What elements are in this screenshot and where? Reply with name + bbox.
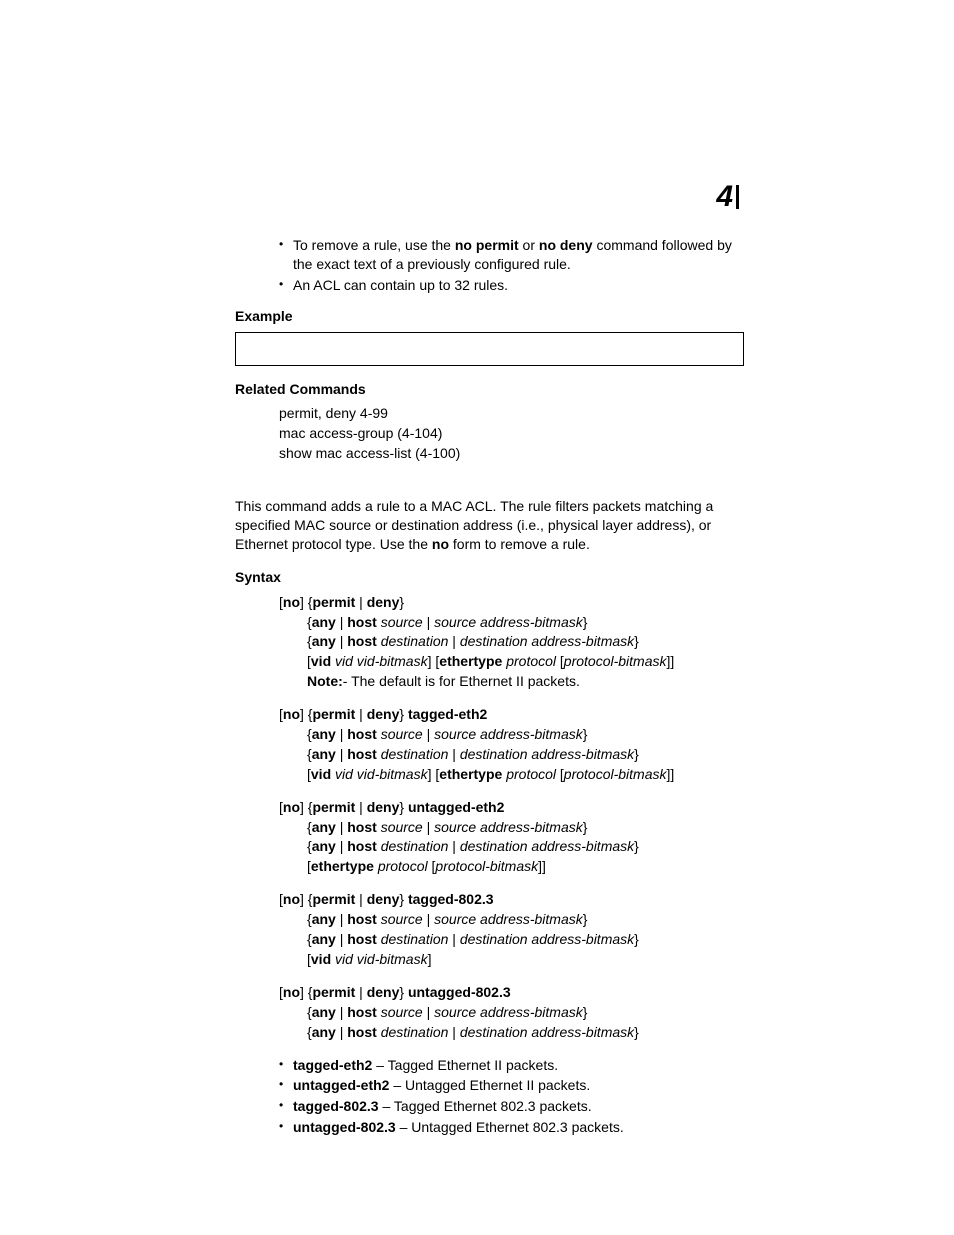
intro-bullet-2: An ACL can contain up to 32 rules. — [279, 276, 744, 295]
related-item: mac access-group (4-104) — [279, 424, 744, 443]
related-item: show mac access-list (4-100) — [279, 444, 744, 463]
related-item: permit, deny 4-99 — [279, 404, 744, 423]
syntax-block-5: [no] {permit | deny} untagged-802.3 {any… — [235, 983, 744, 1042]
def-item: untagged-802.3 – Untagged Ethernet 802.3… — [279, 1118, 744, 1137]
syntax-block-1: [no] {permit | deny} {any | host source … — [235, 593, 744, 691]
intro-bullets: To remove a rule, use the no permit or n… — [235, 236, 744, 295]
intro-bullet-1: To remove a rule, use the no permit or n… — [279, 236, 744, 274]
definition-list: tagged-eth2 – Tagged Ethernet II packets… — [235, 1056, 744, 1138]
related-list: permit, deny 4-99 mac access-group (4-10… — [235, 404, 744, 463]
description-para: This command adds a rule to a MAC ACL. T… — [235, 497, 744, 554]
syntax-block-2: [no] {permit | deny} tagged-eth2 {any | … — [235, 705, 744, 784]
syntax-heading: Syntax — [235, 568, 744, 587]
def-item: untagged-eth2 – Untagged Ethernet II pac… — [279, 1076, 744, 1095]
syntax-block-4: [no] {permit | deny} tagged-802.3 {any |… — [235, 890, 744, 969]
example-box — [235, 332, 744, 366]
def-item: tagged-802.3 – Tagged Ethernet 802.3 pac… — [279, 1097, 744, 1116]
example-heading: Example — [235, 307, 744, 326]
related-heading: Related Commands — [235, 380, 744, 399]
syntax-block-3: [no] {permit | deny} untagged-eth2 {any … — [235, 798, 744, 877]
def-item: tagged-eth2 – Tagged Ethernet II packets… — [279, 1056, 744, 1075]
page: 4 To remove a rule, use the no permit or… — [0, 0, 954, 1235]
chapter-number: 4 — [716, 185, 739, 209]
